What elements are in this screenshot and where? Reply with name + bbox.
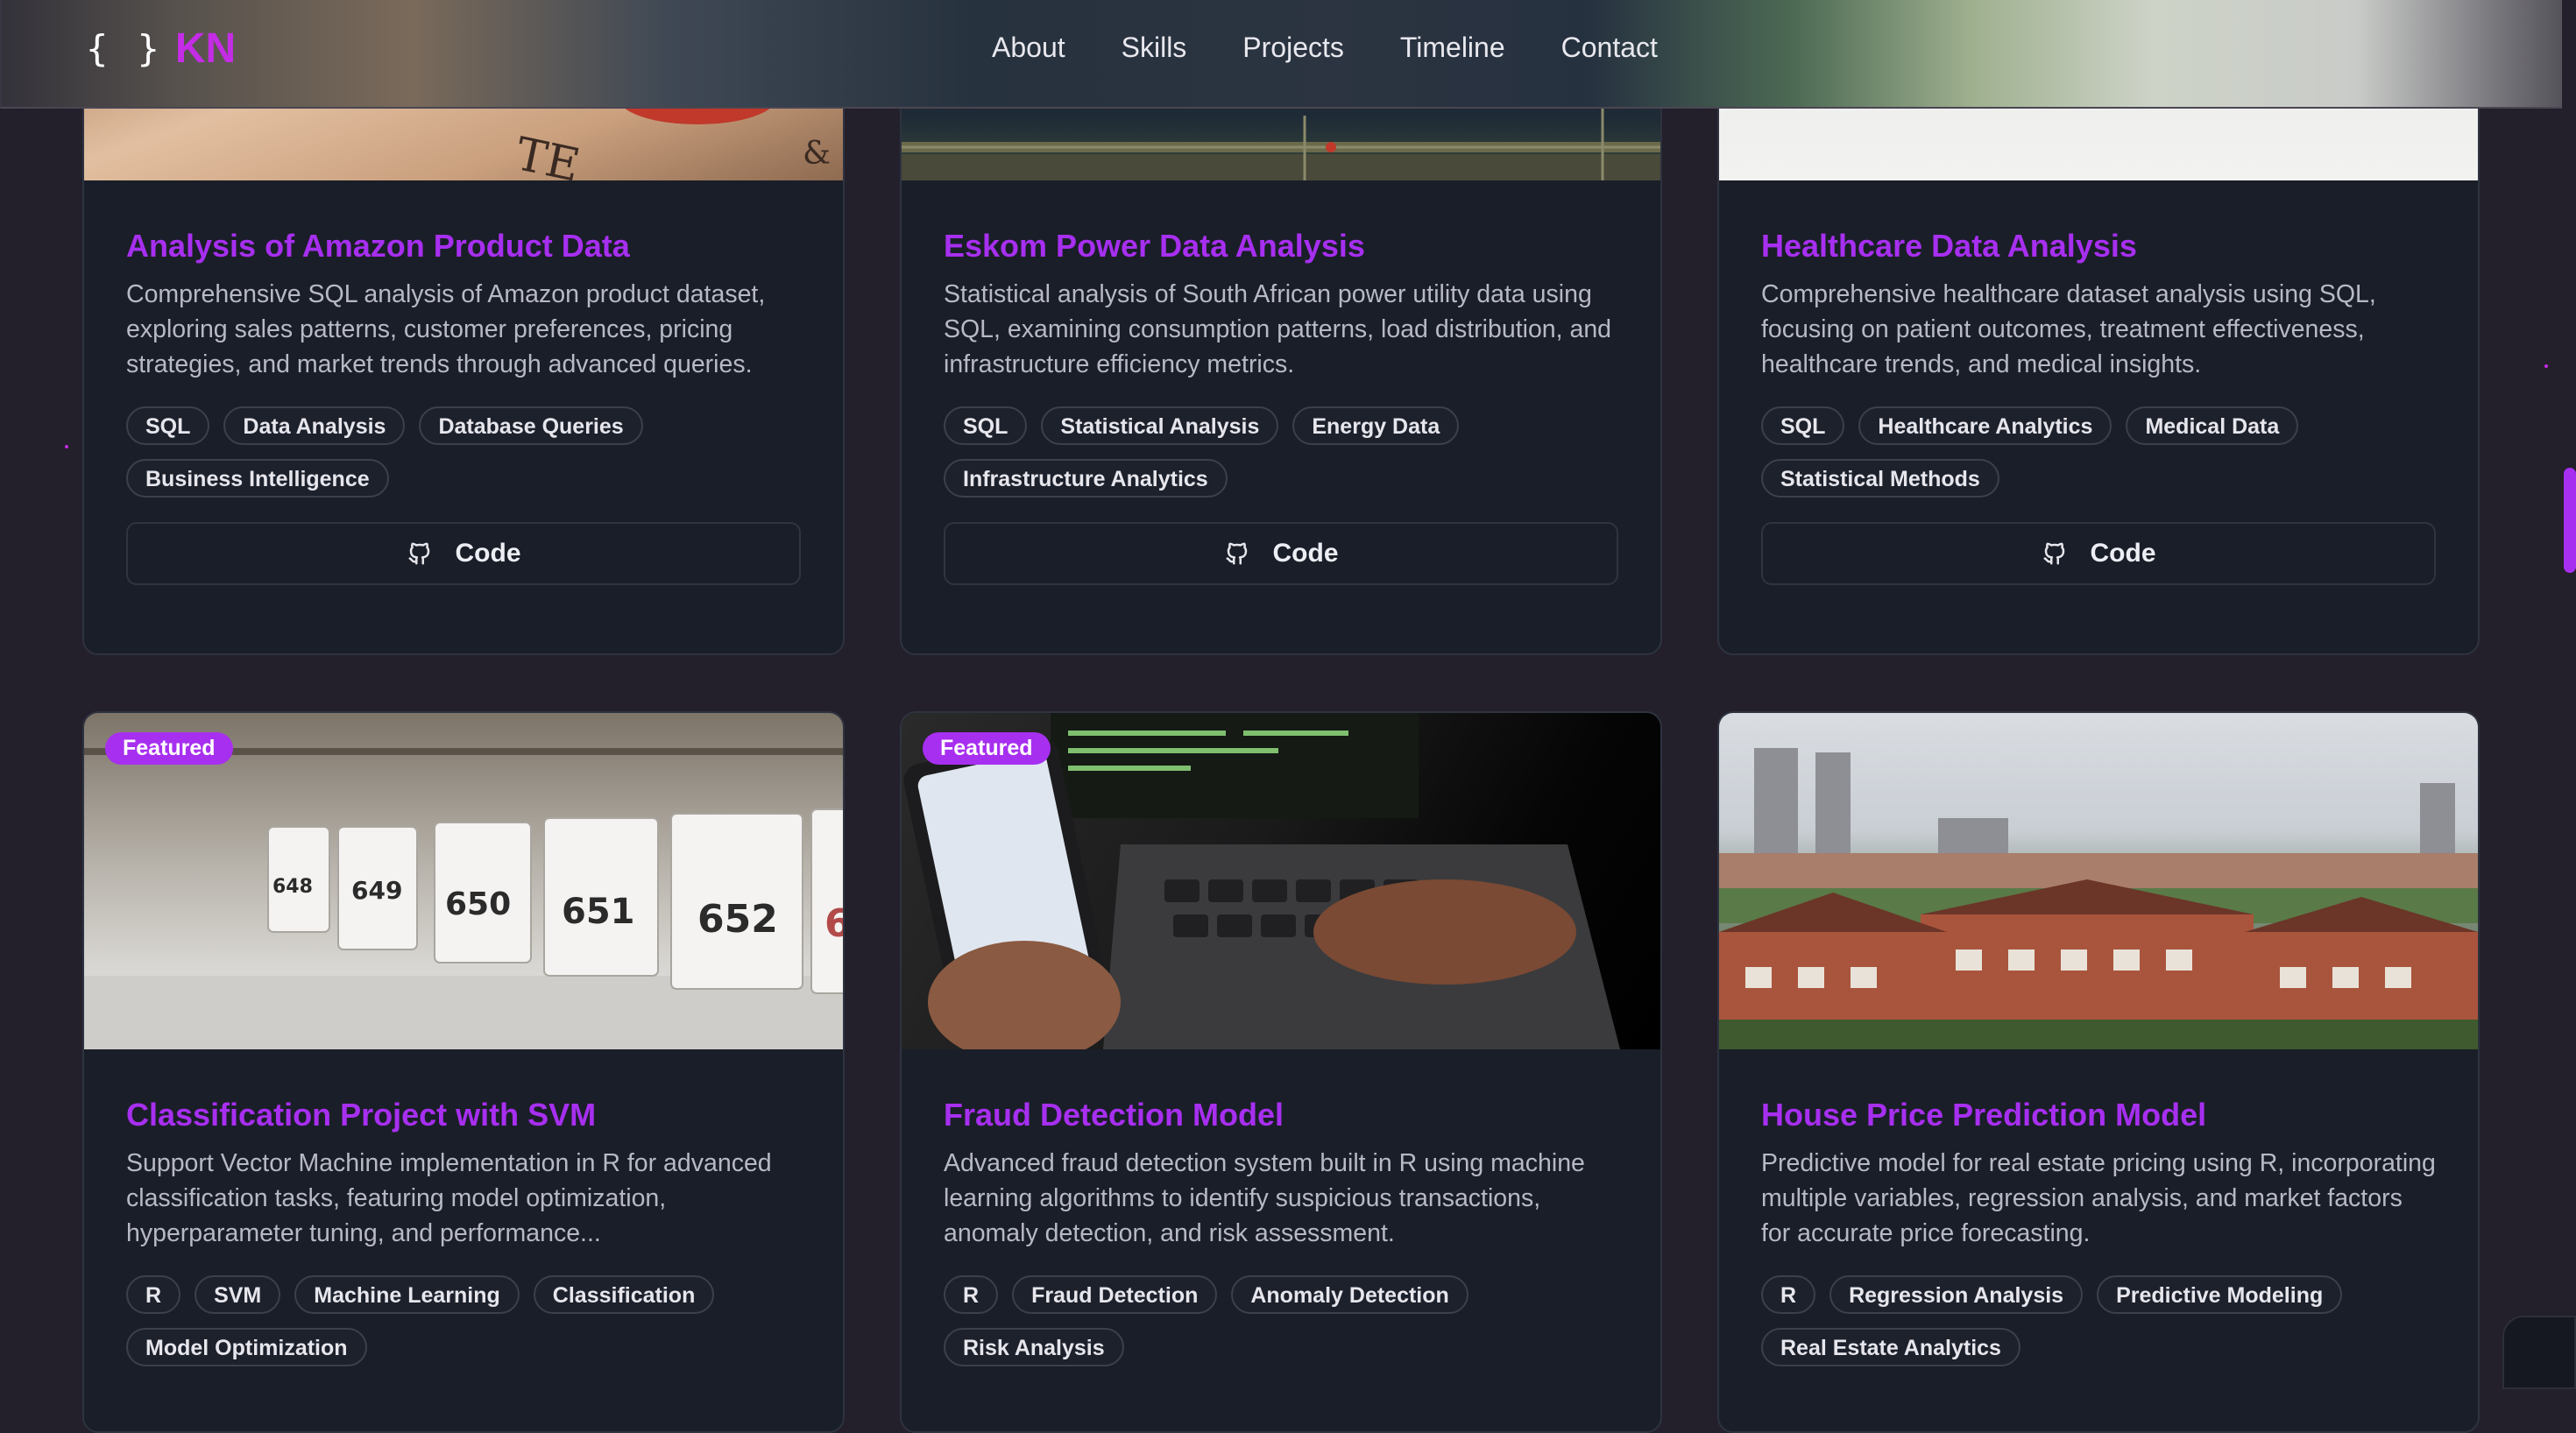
tag: Infrastructure Analytics	[944, 459, 1228, 498]
tag: Real Estate Analytics	[1761, 1328, 2020, 1366]
project-description: Predictive model for real estate pricing…	[1761, 1149, 2436, 1247]
logo-brace-icon: { }	[86, 27, 163, 70]
svg-text:TE: TE	[511, 128, 584, 180]
nav-timeline[interactable]: Timeline	[1400, 32, 1505, 64]
tag: Business Intelligence	[126, 459, 389, 498]
code-button[interactable]: Code	[944, 522, 1618, 585]
project-description: Comprehensive SQL analysis of Amazon pro…	[126, 280, 766, 378]
tag-list: R Fraud Detection Anomaly Detection Risk…	[944, 1275, 1627, 1366]
project-title: Classification Project with SVM	[126, 1097, 597, 1133]
logo-initials: KN	[174, 25, 237, 72]
floating-widget[interactable]	[2502, 1316, 2576, 1389]
github-icon	[2043, 542, 2064, 565]
tag: SVM	[195, 1275, 281, 1314]
shelf-label: 648	[272, 876, 313, 898]
shelf-label: 649	[351, 876, 402, 905]
tag-list: SQL Healthcare Analytics Medical Data St…	[1761, 406, 2445, 498]
tag: Regression Analysis	[1829, 1275, 2084, 1314]
github-icon	[408, 542, 429, 565]
nav-skills[interactable]: Skills	[1122, 32, 1187, 64]
project-title: Eskom Power Data Analysis	[944, 228, 1365, 264]
decorative-dot	[2544, 364, 2548, 368]
tag-list: SQL Statistical Analysis Energy Data Inf…	[944, 406, 1627, 498]
tag-list: R Regression Analysis Predictive Modelin…	[1761, 1275, 2445, 1366]
tag: SQL	[1761, 406, 1845, 445]
project-description: Statistical analysis of South African po…	[944, 280, 1612, 378]
tag: R	[1761, 1275, 1816, 1314]
tag: Anomaly Detection	[1231, 1275, 1468, 1314]
project-description: Comprehensive healthcare dataset analysi…	[1761, 280, 2376, 378]
tag: Risk Analysis	[944, 1328, 1124, 1366]
featured-badge: Featured	[105, 732, 233, 765]
project-description: Support Vector Machine implementation in…	[126, 1149, 772, 1247]
tag: Medical Data	[2126, 406, 2299, 445]
project-description: Advanced fraud detection system built in…	[944, 1149, 1585, 1247]
nav-about[interactable]: About	[992, 32, 1065, 64]
code-button[interactable]: Code	[126, 522, 801, 585]
house-image-art	[1719, 748, 2478, 1049]
tag: SQL	[944, 406, 1028, 445]
tag: R	[944, 1275, 999, 1314]
project-title: Healthcare Data Analysis	[1761, 228, 2137, 264]
tag: Model Optimization	[126, 1328, 367, 1366]
shelf-label: 650	[445, 886, 511, 922]
tag: Predictive Modeling	[2097, 1275, 2343, 1314]
shelf-label: 652	[697, 897, 778, 942]
code-button[interactable]: Code	[1761, 522, 2436, 585]
project-card-svm: Featured 648 649 650 651 652 65 C	[82, 711, 845, 1433]
featured-badge: Featured	[923, 732, 1051, 765]
tag: Classification	[533, 1275, 715, 1314]
tag-list: SQL Data Analysis Database Queries Busin…	[126, 406, 810, 498]
tag: SQL	[126, 406, 210, 445]
tag: R	[126, 1275, 181, 1314]
project-image-house	[1719, 713, 2478, 1049]
decorative-dot	[65, 445, 68, 448]
project-card-house: House Price Prediction Model Predictive …	[1717, 711, 2480, 1433]
logo[interactable]: { } KN	[86, 25, 236, 73]
github-icon	[1226, 542, 1247, 565]
project-title: House Price Prediction Model	[1761, 1097, 2207, 1133]
project-title: Fraud Detection Model	[944, 1097, 1284, 1133]
project-title: Analysis of Amazon Product Data	[126, 228, 630, 264]
shelf-label: 651	[562, 892, 635, 932]
tag: Statistical Methods	[1761, 459, 1999, 498]
code-button-label: Code	[2090, 539, 2156, 568]
scrollbar-thumb[interactable]	[2564, 468, 2576, 573]
code-button-label: Code	[1272, 539, 1339, 568]
navbar: { } KN About Skills Projects Timeline Co…	[0, 0, 2562, 109]
nav-contact[interactable]: Contact	[1561, 32, 1658, 64]
code-button-label: Code	[455, 539, 521, 568]
nav-projects[interactable]: Projects	[1242, 32, 1344, 64]
shelf-label: 65	[824, 901, 843, 946]
project-card-fraud: Featured Fraud Detection Model Advanced …	[900, 711, 1662, 1433]
tag: Machine Learning	[294, 1275, 520, 1314]
tag: Energy Data	[1292, 406, 1460, 445]
tag: Fraud Detection	[1012, 1275, 1218, 1314]
svg-text:&: &	[803, 136, 831, 172]
tag: Statistical Analysis	[1041, 406, 1279, 445]
tag: Database Queries	[419, 406, 643, 445]
tag: Healthcare Analytics	[1858, 406, 2112, 445]
tag-list: R SVM Machine Learning Classification Mo…	[126, 1275, 810, 1366]
main-nav: About Skills Projects Timeline Contact	[992, 32, 1658, 64]
tag: Data Analysis	[223, 406, 406, 445]
